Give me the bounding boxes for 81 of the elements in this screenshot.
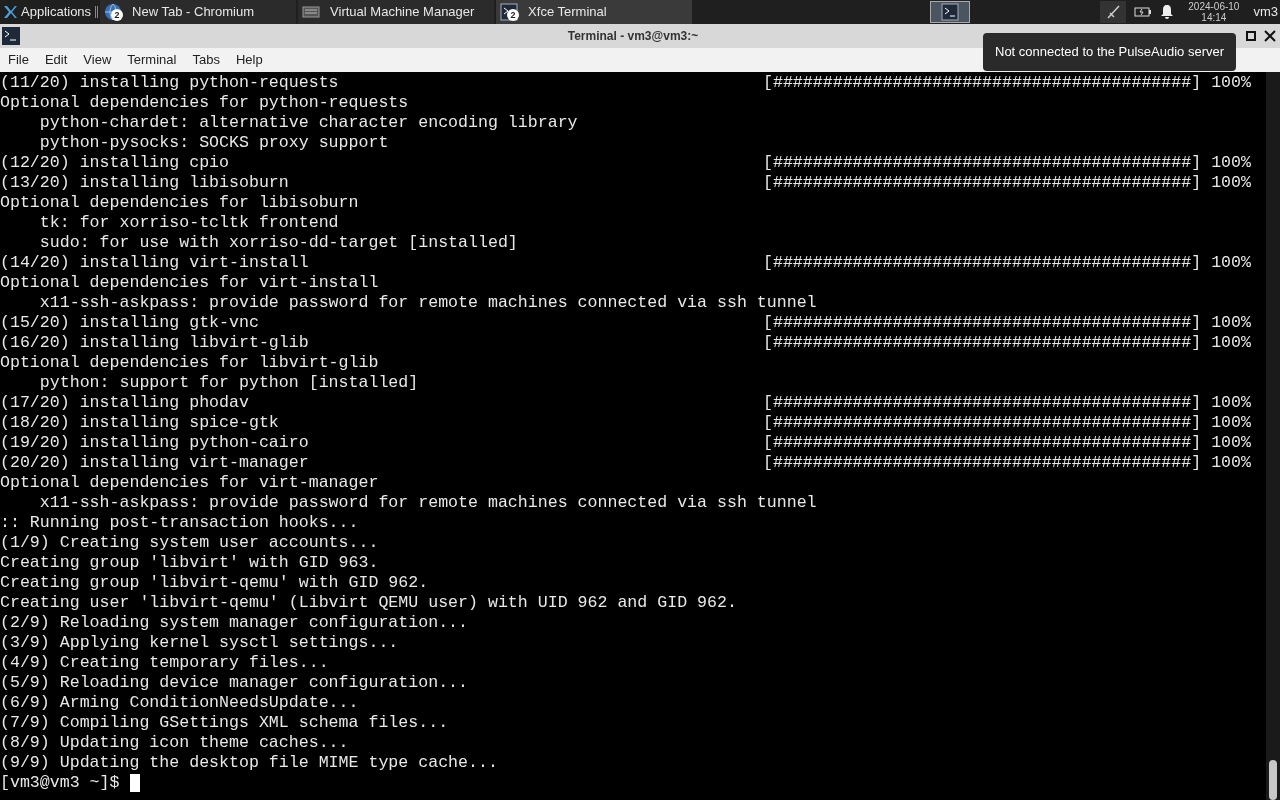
scrollbar-thumb[interactable] xyxy=(1269,760,1277,800)
terminal-line: python-pysocks: SOCKS proxy support xyxy=(38,133,389,153)
percent-text: 100% xyxy=(1211,433,1251,453)
terminal-line: (14/20) installing virt-install xyxy=(0,253,310,273)
terminal-line: (20/20) installing virt-manager xyxy=(0,453,310,473)
terminal-line: (17/20) installing phodav xyxy=(0,393,250,413)
terminal-line: Optional dependencies for libvirt-glib xyxy=(0,353,379,373)
terminal-line: (8/9) Updating icon theme caches... xyxy=(0,733,349,753)
menu-item[interactable]: View xyxy=(77,50,118,70)
terminal-line: x11-ssh-askpass: provide password for remote machines connected via ssh tunnel xyxy=(38,493,817,513)
tooltip: Not connected to the PulseAudio server xyxy=(983,33,1237,71)
terminal-line: (15/20) installing gtk-vnc xyxy=(0,313,260,333)
shell-prompt: [vm3@vm3 ~]$ xyxy=(0,773,120,793)
user-name[interactable]: vm3 xyxy=(1253,2,1280,22)
menu-item[interactable]: Terminal xyxy=(121,50,183,70)
terminal-line: tk: for xorriso-tcltk frontend xyxy=(38,213,339,233)
progress-bar-text: [##########################################] xyxy=(763,453,1202,473)
percent-text: 100% xyxy=(1211,413,1251,433)
progress-bar-text: [##########################################] xyxy=(763,153,1202,173)
terminal-line: (6/9) Arming ConditionNeedsUpdate... xyxy=(0,693,359,713)
clock[interactable]: 2024-06-10 14:14 xyxy=(1188,1,1240,23)
percent-text: 100% xyxy=(1211,313,1251,333)
percent-text: 100% xyxy=(1211,173,1251,193)
progress-bar-text: [##########################################] xyxy=(763,433,1202,453)
percent-text: 100% xyxy=(1211,253,1251,273)
terminal-line: (16/20) installing libvirt-glib xyxy=(0,333,310,353)
terminal-line: (19/20) installing python-cairo xyxy=(0,433,310,453)
notification-bell-icon[interactable] xyxy=(1160,4,1175,20)
menu-item[interactable]: Help xyxy=(229,50,269,70)
taskbar-button[interactable]: Virtual Machine Manager xyxy=(298,0,495,24)
progress-bar-text: [##########################################] xyxy=(763,73,1202,93)
percent-text: 100% xyxy=(1211,73,1251,93)
terminal-line: Optional dependencies for virt-manager xyxy=(0,473,379,493)
terminal-line: Optional dependencies for virt-install xyxy=(0,273,379,293)
terminal-line: sudo: for use with xorriso-dd-target [installed] xyxy=(38,233,518,253)
progress-bar-text: [##########################################] xyxy=(763,333,1202,353)
terminal-line: x11-ssh-askpass: provide password for remote machines connected via ssh tunnel xyxy=(38,293,817,313)
terminal-line: Optional dependencies for libisoburn xyxy=(0,193,359,213)
text-cursor xyxy=(129,774,140,792)
terminal-line: Creating group 'libvirt-qemu' with GID 962. xyxy=(0,573,429,593)
terminal-line: (9/9) Updating the desktop file MIME type cache... xyxy=(0,753,498,773)
menu-item[interactable]: File xyxy=(2,50,35,70)
terminal-line: (4/9) Creating temporary files... xyxy=(0,653,329,673)
terminal-line: (12/20) installing cpio xyxy=(0,153,231,173)
percent-text: 100% xyxy=(1211,153,1251,173)
progress-bar-text: [##########################################] xyxy=(763,413,1202,433)
terminal-line: (2/9) Reloading system manager configuration... xyxy=(0,613,469,633)
maximize-icon[interactable] xyxy=(1246,31,1256,41)
percent-text: 100% xyxy=(1211,453,1251,473)
applications-menu-button[interactable]: Applications xyxy=(0,0,94,24)
terminal-line: (11/20) installing python-requests xyxy=(0,73,340,93)
progress-bar-text: [##########################################] xyxy=(763,253,1202,273)
battery-icon[interactable] xyxy=(1134,6,1153,18)
terminal-icon xyxy=(2,27,20,45)
menu-item[interactable]: Edit xyxy=(38,50,74,70)
terminal-line: python: support for python [installed] xyxy=(38,373,419,393)
terminal-line: Creating group 'libvirt' with GID 963. xyxy=(0,553,379,573)
menu-item[interactable]: Tabs xyxy=(186,50,226,70)
terminal-line: Creating user 'libvirt-qemu' (Libvirt QEMU user) with UID 962 and GID 962. xyxy=(0,593,737,613)
percent-text: 100% xyxy=(1211,333,1251,353)
terminal-line: python-chardet: alternative character encoding library xyxy=(38,113,578,133)
terminal-line: (5/9) Reloading device manager configuration... xyxy=(0,673,469,693)
monitor-icon xyxy=(302,6,321,18)
window-title: Terminal - vm3@vm3:~ xyxy=(566,28,700,45)
xfce-logo-icon xyxy=(2,4,18,20)
progress-bar-text: [##########################################] xyxy=(763,313,1202,333)
terminal-line: (1/9) Creating system user accounts... xyxy=(0,533,379,553)
terminal-line: Optional dependencies for python-requests xyxy=(0,93,409,113)
terminal-line: :: Running post-transaction hooks... xyxy=(0,513,359,533)
window-list-button[interactable] xyxy=(930,1,971,23)
progress-bar-text: [##########################################] xyxy=(763,393,1202,413)
taskbar-button[interactable]: 2 Xfce Terminal xyxy=(496,0,693,24)
progress-bar-text: [##########################################] xyxy=(763,173,1202,193)
terminal-line: (3/9) Applying kernel sysctl settings... xyxy=(0,633,399,653)
terminal-line: (18/20) installing spice-gtk xyxy=(0,413,280,433)
percent-text: 100% xyxy=(1211,393,1251,413)
terminal-line: (7/9) Compiling GSettings XML schema files... xyxy=(0,713,449,733)
taskbar-button[interactable]: 2 New Tab - Chromium xyxy=(100,0,297,24)
terminal-icon xyxy=(941,3,960,21)
terminal-line: (13/20) installing libisoburn xyxy=(0,173,290,193)
close-icon[interactable] xyxy=(1264,30,1276,42)
